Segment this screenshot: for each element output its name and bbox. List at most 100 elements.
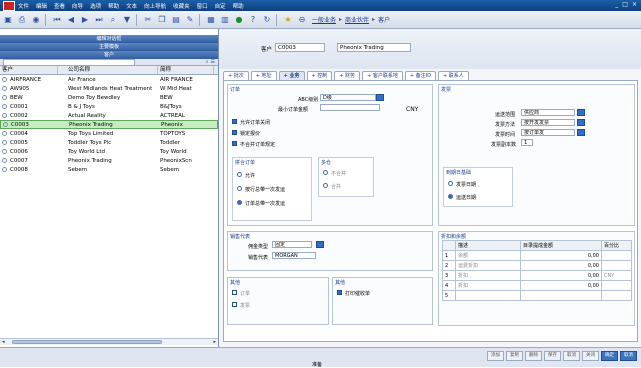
table-cell[interactable]: 折扣 [455, 280, 521, 291]
table-cell[interactable] [601, 260, 632, 271]
menu-item[interactable]: 选项 [90, 2, 101, 10]
table-row[interactable]: C0007 Pheonix Trading PheonixScn [0, 156, 218, 165]
table-row[interactable]: AW905 West Midlands Heat Treatment W Mid… [0, 84, 218, 93]
table-row-selected[interactable]: C0003 Pheonix Trading Pheonix [0, 120, 218, 129]
print-icon[interactable]: ⎙ [16, 14, 28, 26]
dropdown-icon[interactable] [577, 119, 585, 126]
table-cell[interactable] [455, 290, 521, 301]
status-icon[interactable]: ● [233, 14, 245, 26]
table-row[interactable]: C0005 Toddler Toys Plc Toddler [0, 138, 218, 147]
favorites-icon[interactable]: ★ [282, 14, 294, 26]
copy-icon[interactable]: ❐ [156, 14, 168, 26]
abc-class-select[interactable]: D级 [320, 94, 376, 101]
scroll-right-icon[interactable]: ▸ [213, 339, 216, 345]
menu-item[interactable]: 编辑 [36, 2, 47, 10]
table-cell[interactable]: 折扣 [455, 270, 521, 281]
column-header[interactable]: 简称 [158, 66, 214, 74]
tab-contact-address[interactable]: + 客户联系地 [362, 71, 403, 80]
preview-icon[interactable]: ◉ [30, 14, 42, 26]
column-header[interactable]: 公司名称 [58, 66, 158, 74]
dropdown-icon[interactable] [577, 129, 585, 136]
invoice-time-select[interactable]: 按订单发 [521, 129, 575, 136]
table-cell[interactable] [520, 290, 602, 301]
table-cell[interactable] [601, 250, 632, 261]
radio-button[interactable] [237, 172, 242, 177]
table-row[interactable]: 3 折扣 0,00 CNY [442, 270, 632, 281]
menu-item[interactable]: 收藏夹 [173, 2, 190, 10]
dialog-cancel-button[interactable]: 取消 [620, 351, 637, 361]
list-search-input[interactable] [3, 58, 135, 66]
cancel-button[interactable]: 取消 [563, 351, 580, 361]
checkbox[interactable] [337, 290, 342, 295]
menu-item[interactable]: 文件 [18, 2, 29, 10]
minimize-icon[interactable]: _ [615, 1, 618, 8]
tab-contacts[interactable]: + 联系人 [437, 71, 469, 80]
menu-item[interactable]: 查看 [54, 2, 65, 10]
table-cell[interactable]: CNY [601, 270, 632, 281]
close-icon[interactable]: × [632, 1, 637, 8]
table-cell[interactable] [601, 290, 632, 301]
radio-button[interactable] [323, 170, 328, 175]
tab-notes[interactable]: + 备注ID [404, 71, 436, 80]
customer-name-field[interactable]: Pheonix Trading [337, 43, 411, 52]
menu-item[interactable]: 帮助 [233, 2, 244, 10]
menu-item[interactable]: 向上导航 [144, 2, 166, 10]
tab-batch[interactable]: + 批次 [223, 71, 249, 80]
tab-control[interactable]: + 控制 [306, 71, 333, 80]
first-record-icon[interactable]: ⏮ [51, 14, 63, 26]
table-cell[interactable]: 0,00 [520, 280, 602, 291]
checkbox[interactable] [232, 141, 237, 146]
invoice-method-select[interactable]: 按开发发票 [521, 119, 575, 126]
table-row[interactable]: C0008 Sebem Sebem [0, 165, 218, 174]
table-cell[interactable]: 0,00 [520, 250, 602, 261]
find-icon[interactable]: ⌕ [107, 14, 119, 26]
radio-button[interactable] [237, 186, 242, 191]
refresh-icon[interactable]: ↻ [261, 14, 273, 26]
cut-icon[interactable]: ✂ [142, 14, 154, 26]
table-cell[interactable]: 0,00 [520, 260, 602, 271]
invoice-copies-input[interactable]: 1 [521, 139, 533, 146]
close-button[interactable]: 关闭 [582, 351, 599, 361]
grid-icon[interactable]: ▥ [219, 14, 231, 26]
commission-type-select[interactable]: 固定 [272, 241, 312, 248]
last-record-icon[interactable]: ⏭ [93, 14, 105, 26]
table-row[interactable]: 5 [442, 290, 632, 301]
table-cell[interactable]: 余额 [455, 250, 521, 261]
copy-record-icon[interactable]: ▦ [205, 14, 217, 26]
prev-record-icon[interactable]: ◀ [65, 14, 77, 26]
save-icon[interactable]: ▣ [2, 14, 14, 26]
dropdown-icon[interactable] [316, 241, 324, 248]
search-icon[interactable]: ⌕ [206, 59, 209, 65]
edit-icon[interactable]: ✎ [184, 14, 196, 26]
save-button[interactable]: 保存 [544, 351, 561, 361]
menu-item[interactable]: 向导 [72, 2, 83, 10]
paste-icon[interactable]: ▤ [170, 14, 182, 26]
maximize-icon[interactable]: □ [622, 1, 628, 8]
breadcrumb-link[interactable]: 商业伙伴 [345, 15, 369, 24]
table-row[interactable]: AIRFRANCE Air France AIR FRANCE [0, 75, 218, 84]
tab-finance[interactable]: + 财务 [334, 71, 361, 80]
table-row[interactable]: C0006 Toy World Ltd Toy World [0, 147, 218, 156]
table-cell[interactable]: 0,00 [520, 270, 602, 281]
help-icon[interactable]: ? [247, 14, 259, 26]
radio-button-selected[interactable] [448, 194, 453, 199]
breadcrumb-link[interactable]: 一般业务 [312, 15, 336, 24]
back-icon[interactable]: ⊖ [296, 14, 308, 26]
tab-address[interactable]: + 地址 [250, 71, 277, 80]
scroll-left-icon[interactable]: ◂ [2, 339, 5, 345]
radio-button[interactable] [323, 183, 328, 188]
radio-button[interactable] [448, 181, 453, 186]
tab-business[interactable]: + 业务 [278, 71, 305, 80]
customer-code-field[interactable]: C0003 [275, 43, 325, 52]
checkbox[interactable] [232, 130, 237, 135]
add-button[interactable]: 添加 [487, 351, 504, 361]
menu-item[interactable]: 文本 [126, 2, 137, 10]
ok-button[interactable]: 确定 [601, 351, 618, 361]
table-row[interactable]: 4 折扣 0,00 [442, 280, 632, 291]
menu-item[interactable]: 自定 [215, 2, 226, 10]
table-row[interactable]: 1 余额 0,00 [442, 250, 632, 261]
min-order-amount-input[interactable] [320, 104, 380, 111]
checkbox[interactable] [232, 302, 237, 307]
checkbox[interactable] [232, 119, 237, 124]
sales-rep-input[interactable]: MORGAN [272, 252, 316, 259]
